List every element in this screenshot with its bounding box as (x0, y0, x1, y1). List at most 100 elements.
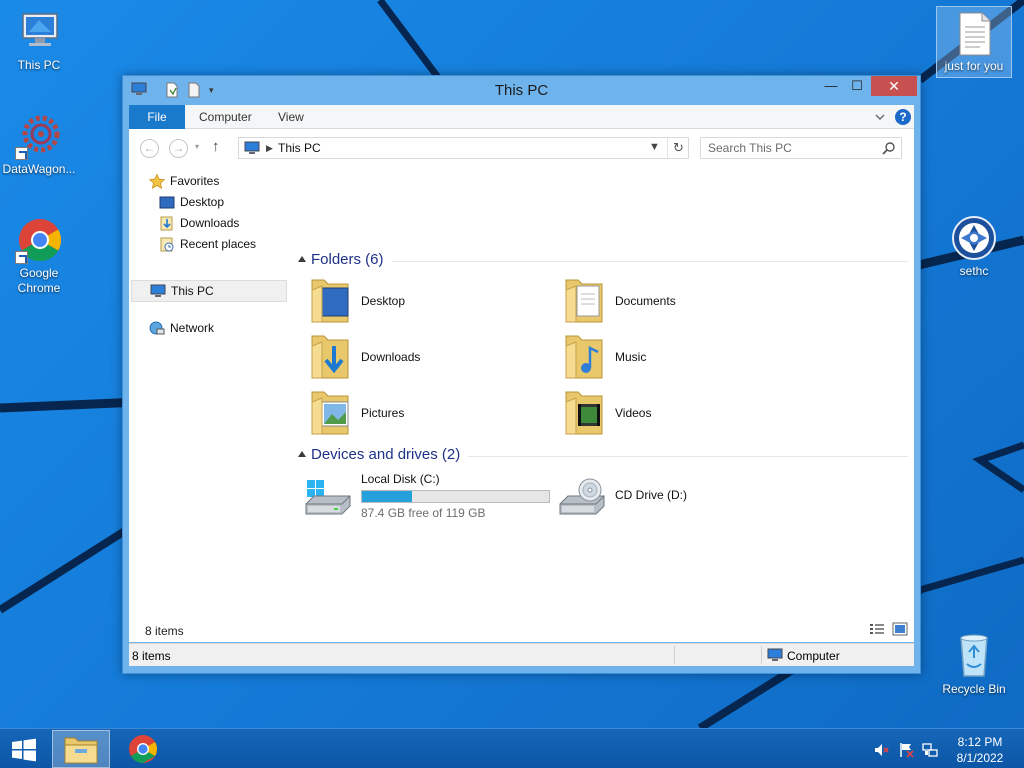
folder-desktop[interactable]: Desktop (296, 276, 536, 328)
desktop-icon (159, 195, 175, 210)
folder-pictures-icon (308, 388, 354, 438)
folder-downloads[interactable]: Downloads (296, 332, 536, 384)
collapse-icon[interactable] (298, 451, 306, 457)
group-header-folders[interactable]: Folders (6) (296, 251, 908, 271)
navigation-bar: ← → ▾ ↑ ▶ This PC ▼ ↻ (129, 129, 914, 167)
tab-file[interactable]: File (129, 105, 185, 129)
status-item-count: 8 items (132, 649, 171, 663)
search-box[interactable] (700, 137, 902, 159)
close-button[interactable]: ✕ (871, 76, 917, 96)
status-location: Computer (787, 649, 840, 663)
drive-cd[interactable]: CD Drive (D:) (550, 472, 750, 524)
explorer-window: ▾ This PC — ☐ ✕ File Computer View ? ← →… (122, 75, 921, 674)
collapse-icon[interactable] (298, 256, 306, 262)
nav-item-desktop[interactable]: Desktop (159, 192, 289, 213)
accessibility-icon (950, 214, 998, 262)
nav-item-this-pc[interactable]: This PC (131, 280, 287, 302)
expand-ribbon-icon[interactable] (873, 110, 887, 124)
up-button[interactable]: ↑ (212, 138, 220, 155)
this-pc-small-icon (244, 141, 260, 155)
desktop-icon-just-for-you[interactable]: just for you (936, 6, 1012, 78)
maximize-button[interactable]: ☐ (844, 76, 870, 96)
desktop-icon-recycle-bin[interactable]: Recycle Bin (936, 632, 1012, 697)
folder-documents-icon (562, 276, 608, 326)
download-icon (159, 216, 175, 231)
folder-pictures[interactable]: Pictures (296, 388, 536, 440)
folder-music[interactable]: Music (550, 332, 790, 384)
clock-date: 8/1/2022 (956, 751, 1004, 765)
desktop-icon-label: This PC (17, 58, 61, 72)
chrome-icon (15, 216, 63, 264)
desktop-icon-label: sethc (959, 264, 989, 278)
recent-places-icon (159, 237, 175, 252)
minimize-button[interactable]: — (818, 76, 844, 96)
taskbar: 8:12 PM 8/1/2022 (0, 728, 1024, 768)
folder-documents[interactable]: Documents (550, 276, 790, 328)
computer-icon (767, 648, 783, 662)
volume-muted-icon[interactable] (873, 742, 889, 758)
status-bar: 8 items Computer (129, 643, 914, 666)
address-bar[interactable]: ▶ This PC ▼ ↻ (238, 137, 689, 159)
desktop-icon-sethc[interactable]: sethc (936, 214, 1012, 279)
title-bar[interactable]: ▾ This PC — ☐ ✕ (123, 76, 920, 104)
start-button[interactable] (10, 738, 38, 762)
this-pc-small-icon (150, 284, 166, 299)
recycle-bin-icon (950, 632, 998, 680)
desktop-icon-label: DataWagon... (2, 162, 76, 176)
disk-usage-bar (361, 490, 550, 503)
text-file-icon (950, 9, 998, 57)
status-divider (674, 646, 675, 664)
folder-videos-icon (562, 388, 608, 438)
status-area: 8 items (129, 618, 914, 642)
folder-downloads-icon (308, 332, 354, 382)
nav-item-downloads[interactable]: Downloads (159, 213, 289, 234)
desktop-icon-datawagon[interactable]: DataWagon... (1, 112, 77, 177)
ribbon: File Computer View ? (129, 105, 914, 129)
desktop-icon-label: Recycle Bin (942, 682, 1006, 696)
search-icon[interactable] (881, 141, 897, 157)
content-pane: Folders (6) Desktop Documents Downloads (296, 167, 914, 642)
tab-view[interactable]: View (265, 105, 317, 129)
navigation-pane: Favorites Desktop Downloads Recent place… (129, 167, 293, 642)
search-input[interactable] (701, 138, 877, 158)
taskbar-file-explorer[interactable] (52, 730, 110, 768)
address-dropdown-icon[interactable]: ▼ (649, 141, 660, 153)
refresh-button[interactable]: ↻ (667, 138, 689, 158)
explorer-body: Favorites Desktop Downloads Recent place… (129, 167, 914, 642)
drive-local-disk[interactable]: Local Disk (C:) 87.4 GB free of 119 GB (296, 472, 552, 524)
window-title: This PC (494, 82, 549, 99)
chrome-icon (129, 735, 157, 763)
recent-locations-icon[interactable]: ▾ (195, 142, 199, 151)
desktop-icon-chrome[interactable]: Google Chrome (1, 216, 77, 296)
item-count: 8 items (145, 624, 184, 638)
details-view-icon[interactable] (869, 622, 885, 636)
taskbar-chrome[interactable] (116, 730, 172, 768)
status-divider (761, 646, 762, 664)
star-icon (148, 173, 166, 190)
help-icon[interactable]: ? (895, 109, 911, 125)
network-status-icon[interactable] (922, 742, 938, 758)
tab-computer[interactable]: Computer (186, 105, 265, 129)
back-button[interactable]: ← (140, 139, 159, 158)
desktop-icon-this-pc[interactable]: This PC (1, 8, 77, 73)
this-pc-icon (15, 8, 63, 56)
folder-desktop-icon (308, 276, 354, 326)
disk-usage-fill (362, 491, 412, 502)
action-center-flag-icon[interactable] (898, 742, 914, 758)
nav-item-network[interactable]: Network (149, 318, 289, 339)
breadcrumb[interactable]: This PC (278, 141, 321, 155)
forward-button[interactable]: → (169, 139, 188, 158)
nav-item-favorites[interactable]: Favorites (148, 171, 289, 192)
system-clock[interactable]: 8:12 PM 8/1/2022 (946, 734, 1014, 766)
cd-drive-icon (558, 478, 608, 518)
breadcrumb-separator-icon[interactable]: ▶ (266, 143, 273, 154)
group-header-devices[interactable]: Devices and drives (2) (296, 446, 908, 466)
desktop-icon-label: just for you (944, 59, 1004, 73)
clock-time: 8:12 PM (957, 735, 1003, 749)
folder-videos[interactable]: Videos (550, 388, 790, 440)
large-icons-view-icon[interactable] (892, 622, 908, 636)
shortcut-arrow-icon (15, 147, 28, 160)
network-icon (149, 321, 165, 336)
nav-item-recent-places[interactable]: Recent places (159, 234, 289, 255)
folder-music-icon (562, 332, 608, 382)
